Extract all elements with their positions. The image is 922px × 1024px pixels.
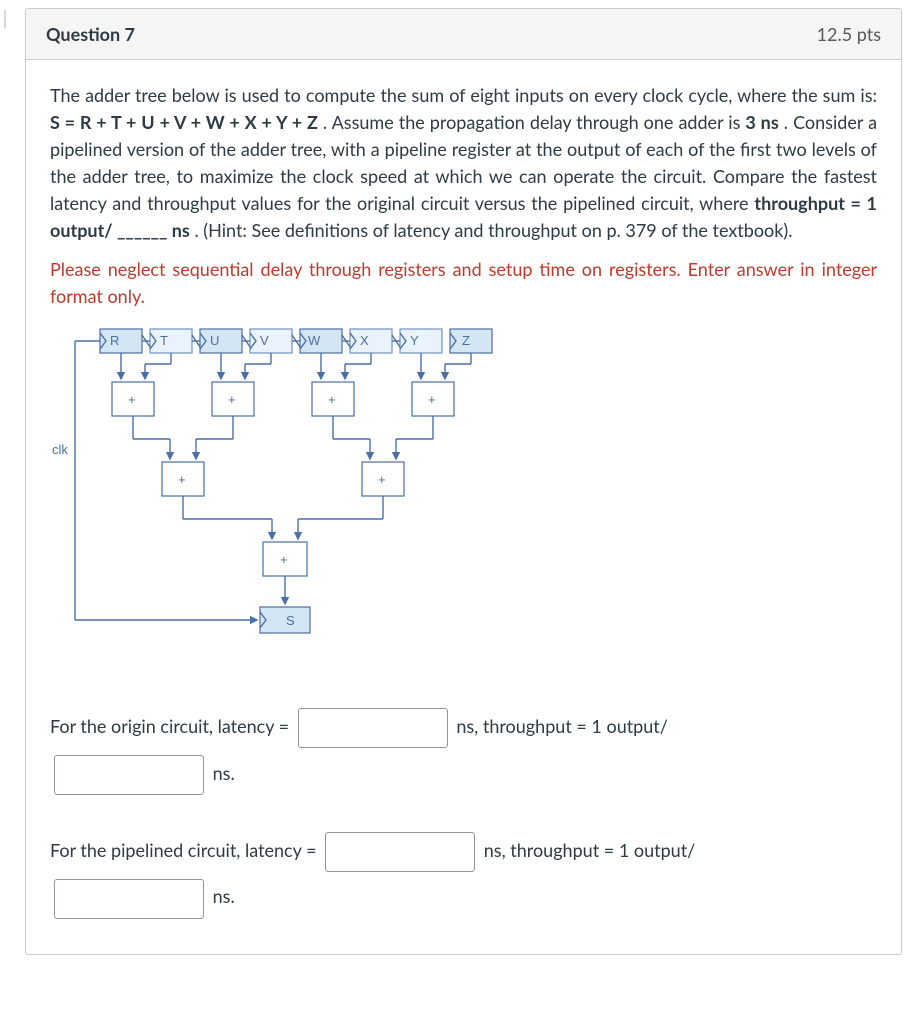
- prompt-text-1: The adder tree below is used to compute …: [50, 84, 877, 106]
- prop-delay: 3 ns: [745, 111, 778, 133]
- question-card: Question 7 12.5 pts The adder tree below…: [25, 8, 902, 955]
- svg-text:+: +: [128, 392, 136, 407]
- red-hint: Please neglect sequential delay through …: [50, 256, 877, 310]
- sum-formula: S = R + T + U + V + W + X + Y + Z: [50, 111, 318, 133]
- svg-text:clk: clk: [52, 442, 68, 457]
- svg-text:+: +: [378, 472, 386, 487]
- svg-text:V: V: [260, 333, 269, 348]
- svg-text:+: +: [328, 392, 336, 407]
- svg-text:+: +: [228, 392, 236, 407]
- svg-text:W: W: [308, 333, 321, 348]
- question-points: 12.5 pts: [817, 23, 881, 45]
- question-body: The adder tree below is used to compute …: [26, 60, 901, 954]
- prompt-paragraph: The adder tree below is used to compute …: [50, 82, 877, 244]
- bookmark-icon: [4, 8, 20, 30]
- svg-text:+: +: [280, 552, 288, 567]
- pipe-latency-input[interactable]: [325, 832, 475, 872]
- svg-text:+: +: [178, 472, 186, 487]
- pipe-unit: ns.: [213, 885, 235, 907]
- origin-unit: ns.: [213, 762, 235, 784]
- svg-text:R: R: [110, 333, 119, 348]
- svg-text:U: U: [210, 333, 219, 348]
- pipe-throughput-input[interactable]: [54, 879, 204, 919]
- pipelined-answer-line: For the pipelined circuit, latency = ns,…: [50, 827, 877, 921]
- svg-text:X: X: [360, 333, 369, 348]
- prompt-text-2: . Assume the propagation delay through o…: [323, 111, 746, 133]
- adder-tree-diagram: R T U V: [50, 324, 520, 654]
- origin-throughput-label: ns, throughput = 1 output/: [456, 715, 668, 737]
- pipe-latency-label: For the pipelined circuit, latency =: [50, 839, 321, 861]
- origin-throughput-input[interactable]: [54, 755, 204, 795]
- svg-text:+: +: [428, 392, 436, 407]
- question-header: Question 7 12.5 pts: [26, 9, 901, 60]
- question-title: Question 7: [46, 23, 135, 45]
- svg-text:S: S: [286, 613, 295, 628]
- origin-latency-input[interactable]: [298, 708, 448, 748]
- prompt-text-4: . (Hint: See definitions of latency and …: [194, 219, 792, 241]
- svg-text:T: T: [160, 333, 168, 348]
- origin-latency-label: For the origin circuit, latency =: [50, 715, 294, 737]
- svg-text:Y: Y: [410, 333, 419, 348]
- origin-answer-line: For the origin circuit, latency = ns, th…: [50, 703, 877, 797]
- svg-text:Z: Z: [462, 333, 470, 348]
- pipe-throughput-label: ns, throughput = 1 output/: [484, 839, 696, 861]
